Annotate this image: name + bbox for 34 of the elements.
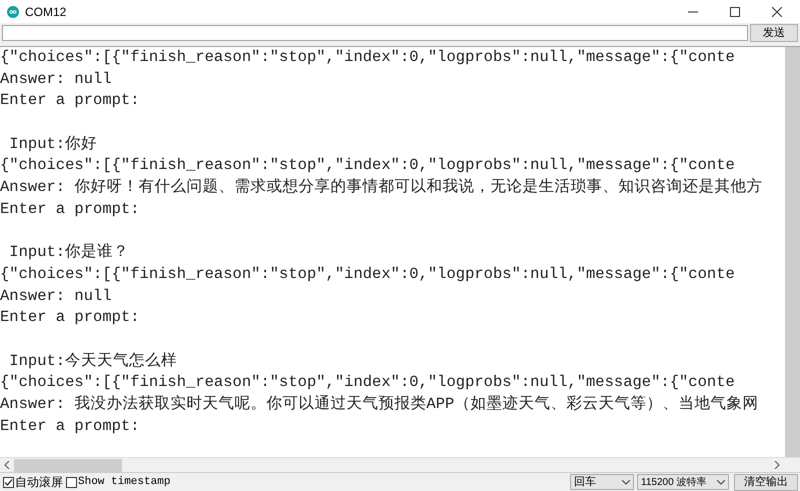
clear-output-button[interactable]: 清空输出 xyxy=(734,474,798,490)
output-line: {"choices":[{"finish_reason":"stop","index":0,"logprobs":null,"message":{"conte xyxy=(0,155,735,176)
window-title: COM12 xyxy=(25,4,66,20)
output-line: {"choices":[{"finish_reason":"stop","index":0,"logprobs":null,"message":{"conte xyxy=(0,47,735,68)
output-line: {"choices":[{"finish_reason":"stop","index":0,"logprobs":null,"message":{"conte xyxy=(0,264,735,285)
output-line: Answer: 你好呀！有什么问题、需求或想分享的事情都可以和我说，无论是生活琐事、知识咨询还是其他方 xyxy=(0,177,762,198)
output-line: {"choices":[{"finish_reason":"stop","index":0,"logprobs":null,"message":{"conte xyxy=(0,372,735,394)
scroll-left-icon[interactable] xyxy=(4,461,10,469)
close-icon[interactable] xyxy=(772,6,782,16)
maximize-icon[interactable] xyxy=(730,6,740,16)
input-field[interactable] xyxy=(2,25,748,41)
line-ending-dropdown[interactable]: 回车 xyxy=(570,474,634,490)
output-line: Answer: null xyxy=(0,286,112,307)
baud-rate-dropdown[interactable]: 115200 波特率 xyxy=(637,474,729,490)
output-line: Answer: 我没办法获取实时天气呢。你可以通过天气预报类APP（如墨迹天气、彩云天气等）、当地气象网 xyxy=(0,394,758,415)
output-line: Enter a prompt: xyxy=(0,416,140,437)
vertical-scrollbar[interactable] xyxy=(785,47,800,457)
output-line: Enter a prompt: xyxy=(0,198,140,220)
dropdown-caret-icon xyxy=(622,480,630,484)
checkbox[interactable] xyxy=(66,476,77,488)
output-line: Answer: null xyxy=(0,68,112,90)
output-line: Enter a prompt: xyxy=(0,307,140,328)
checkbox[interactable] xyxy=(3,476,14,488)
scroll-right-icon[interactable] xyxy=(774,461,780,469)
checkbox-label[interactable]: 自动滚屏 xyxy=(15,473,63,491)
output-line: Enter a prompt: xyxy=(0,90,140,112)
output-line: Input:你好 xyxy=(8,134,98,155)
output-line: Input:今天天气怎么样 xyxy=(8,350,178,372)
checkbox-label[interactable]: Show timestamp xyxy=(78,474,170,490)
send-button[interactable]: 发送 xyxy=(750,24,798,42)
app-logo-icon xyxy=(7,6,19,18)
dropdown-caret-icon xyxy=(717,480,725,484)
output-line: Input:你是谁？ xyxy=(8,242,130,264)
horizontal-scrollbar[interactable] xyxy=(0,457,800,472)
